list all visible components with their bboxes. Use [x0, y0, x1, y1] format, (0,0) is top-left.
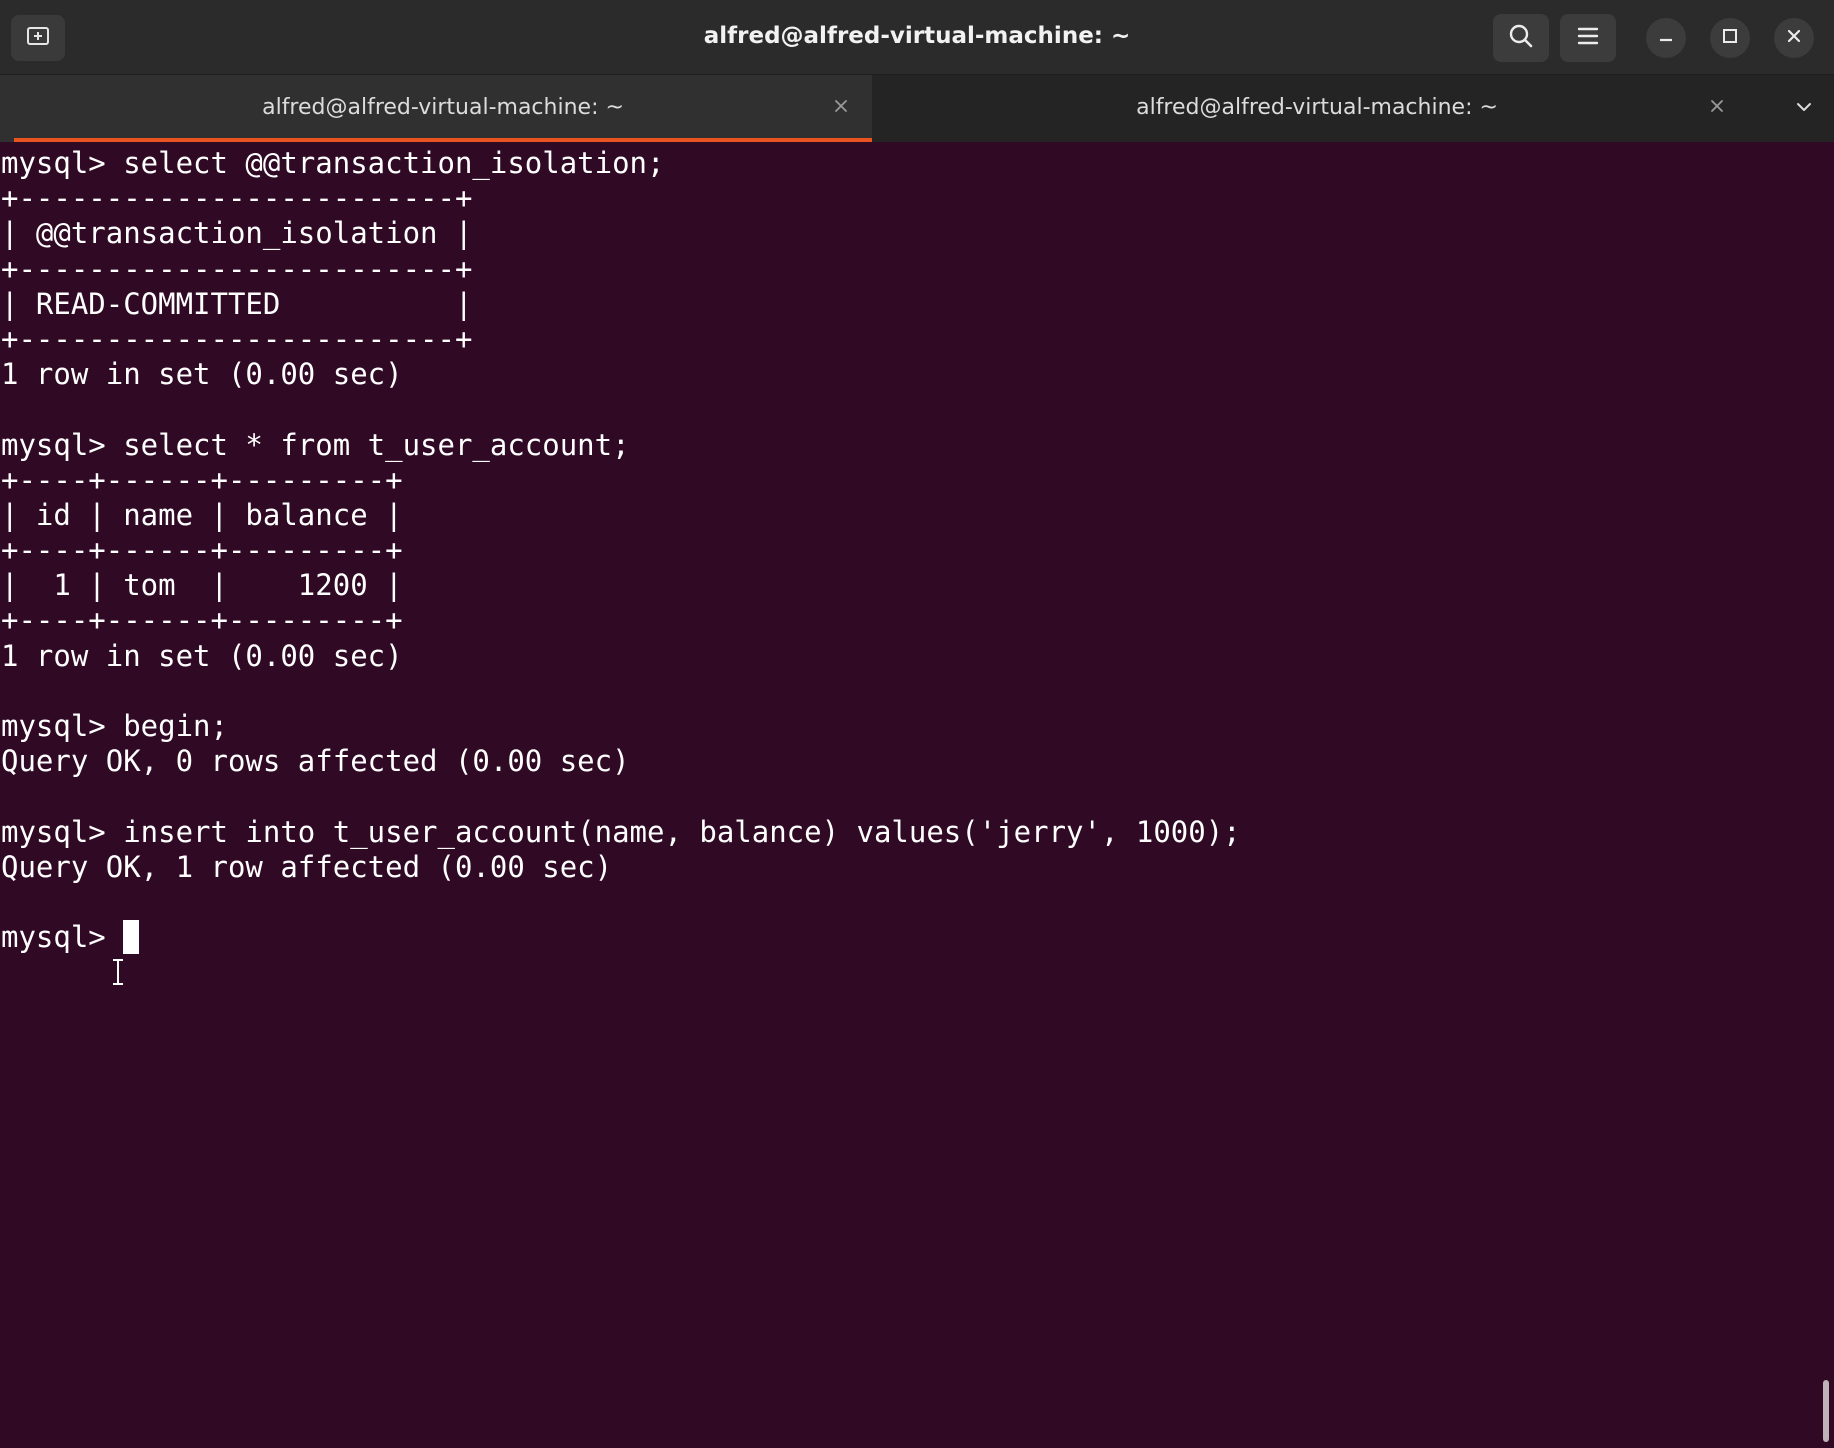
window-title: alfred@alfred-virtual-machine: ~ [703, 23, 1131, 49]
tab-close-button[interactable] [830, 97, 852, 119]
terminal-line: | 1 | tom | 1200 | [1, 568, 403, 603]
search-icon [1507, 22, 1535, 54]
mouse-ibeam-cursor [110, 957, 126, 987]
close-icon [1709, 98, 1725, 118]
terminal-line: +-------------------------+ [1, 181, 473, 216]
text-cursor [123, 920, 140, 955]
terminal-line: | READ-COMMITTED | [1, 286, 473, 321]
tab-label: alfred@alfred-virtual-machine: ~ [1136, 95, 1498, 120]
maximize-icon [1721, 27, 1739, 49]
terminal-line: 1 row in set (0.00 sec) [1, 357, 403, 392]
terminal-line: +----+------+---------+ [1, 533, 403, 568]
terminal-line: mysql> insert into t_user_account(name, … [1, 814, 1241, 849]
terminal-line: +-------------------------+ [1, 321, 473, 356]
scrollbar-track[interactable] [1818, 142, 1834, 1448]
maximize-button[interactable] [1710, 18, 1750, 58]
terminal-line: 1 row in set (0.00 sec) [1, 638, 403, 673]
search-button[interactable] [1493, 14, 1549, 62]
tab-list-button[interactable] [1792, 97, 1816, 121]
menu-button[interactable] [1560, 14, 1616, 62]
window-titlebar: alfred@alfred-virtual-machine: ~ [0, 0, 1834, 75]
close-window-button[interactable] [1774, 18, 1814, 58]
chevron-down-icon [1794, 97, 1814, 121]
terminal-line: +-------------------------+ [1, 251, 473, 286]
minimize-button[interactable] [1646, 18, 1686, 58]
tab-bar: alfred@alfred-virtual-machine: ~ alfred@… [0, 75, 1834, 142]
prompt: mysql> [1, 920, 124, 955]
terminal-line: Query OK, 1 row affected (0.00 sec) [1, 849, 613, 884]
terminal-line: mysql> begin; [1, 709, 228, 743]
close-icon [833, 98, 849, 118]
terminal-line: | @@transaction_isolation | [1, 216, 473, 251]
tab-terminal-1[interactable]: alfred@alfred-virtual-machine: ~ [0, 75, 872, 142]
scrollbar-thumb[interactable] [1823, 1380, 1829, 1442]
hamburger-menu-icon [1575, 23, 1601, 53]
close-icon [1785, 27, 1803, 49]
terminal-line: +----+------+---------+ [1, 462, 403, 497]
tab-label: alfred@alfred-virtual-machine: ~ [262, 95, 624, 120]
terminal-line: +----+------+---------+ [1, 603, 403, 638]
prompt-line[interactable]: mysql> [1, 920, 1241, 955]
terminal-line: Query OK, 0 rows affected (0.00 sec) [1, 744, 630, 779]
terminal-line: mysql> select @@transaction_isolation; [1, 146, 665, 180]
terminal-text: mysql> select @@transaction_isolation; +-… [1, 146, 1241, 955]
tab-close-button[interactable] [1706, 97, 1728, 119]
minimize-icon [1657, 27, 1675, 49]
terminal-output[interactable]: mysql> select @@transaction_isolation; +-… [0, 142, 1818, 1448]
tab-terminal-2[interactable]: alfred@alfred-virtual-machine: ~ [872, 75, 1772, 142]
terminal-line: | id | name | balance | [1, 497, 403, 532]
terminal-line: mysql> select * from t_user_account; [1, 427, 630, 462]
